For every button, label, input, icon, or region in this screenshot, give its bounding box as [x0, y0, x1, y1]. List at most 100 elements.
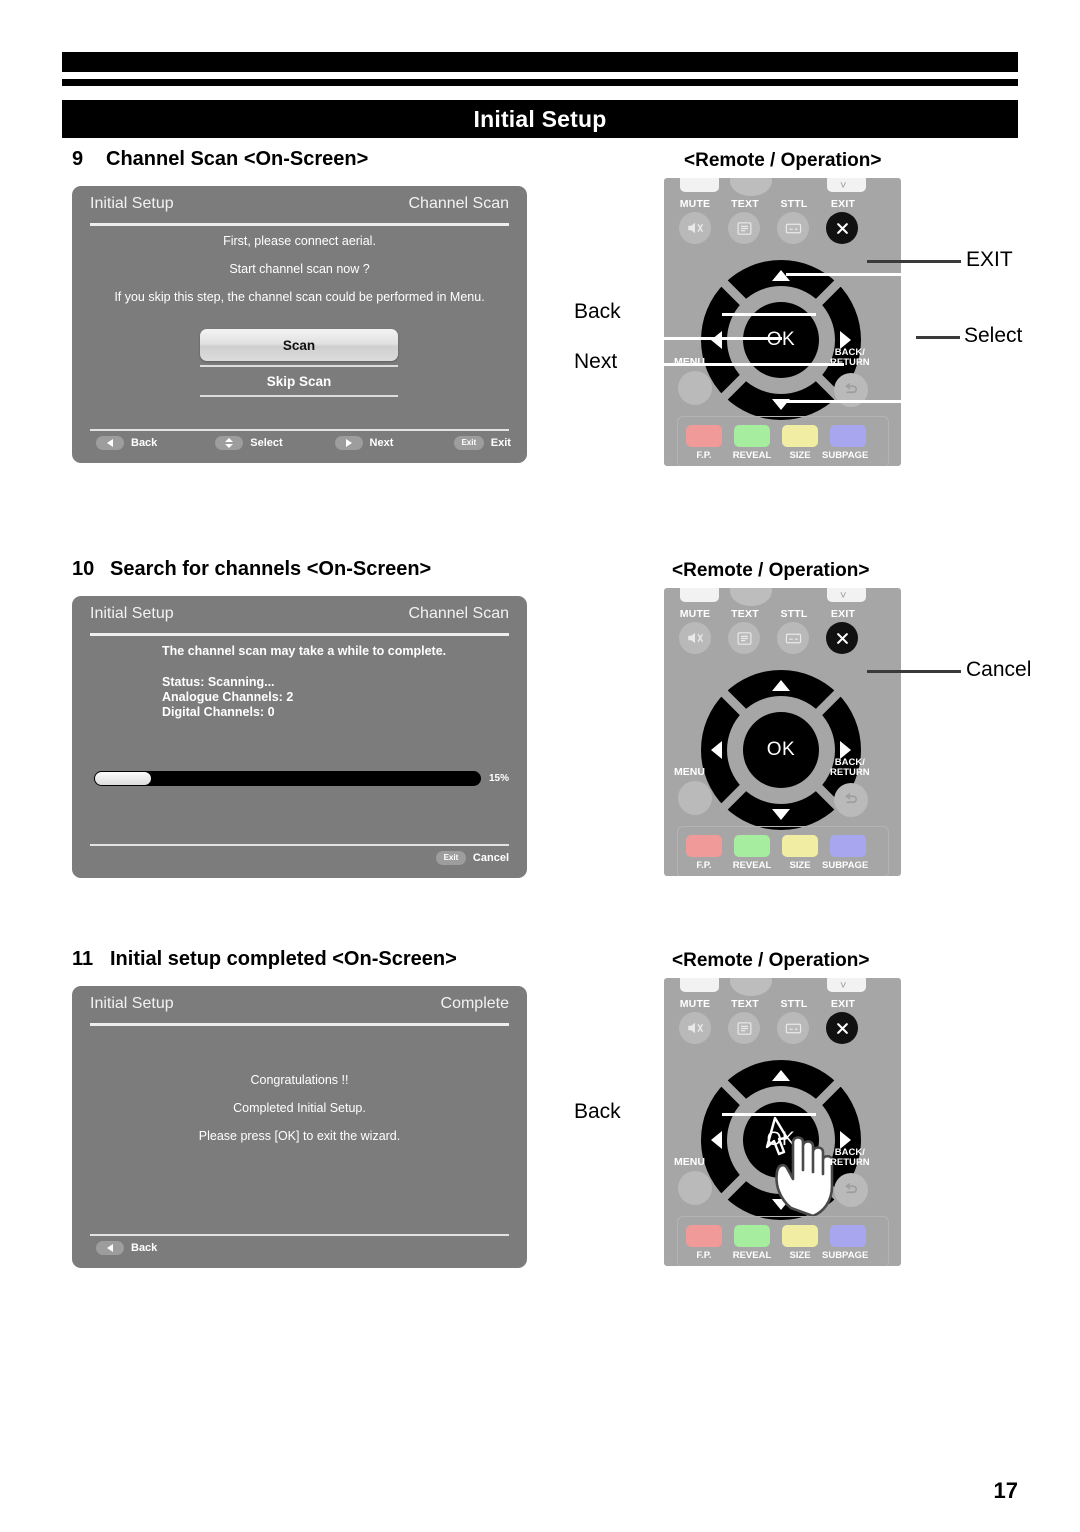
color-label-fp: F.P.	[696, 1250, 712, 1261]
remote-label-exit: EXIT	[830, 998, 856, 1010]
remote-top-button-partial-1[interactable]	[680, 588, 719, 602]
exit-cross-icon[interactable]	[826, 622, 858, 654]
remote-label-exit: EXIT	[830, 608, 856, 620]
menu-button[interactable]	[678, 1171, 712, 1205]
panel-10-title-left: Initial Setup	[90, 605, 174, 622]
color-label-reveal: REVEAL	[732, 1250, 772, 1261]
color-label-reveal: REVEAL	[732, 450, 772, 461]
panel-11-body: Congratulations !! Completed Initial Set…	[72, 1022, 527, 1232]
subtitle-icon[interactable]	[777, 212, 809, 244]
panel-9-footer-rule	[90, 429, 509, 431]
footer-hint-back[interactable]: Back	[96, 1241, 157, 1255]
mute-icon[interactable]	[679, 1012, 711, 1044]
mute-icon[interactable]	[679, 622, 711, 654]
subtitle-icon[interactable]	[777, 622, 809, 654]
callout-line-next-join	[654, 337, 657, 366]
color-button-subpage[interactable]	[830, 835, 866, 857]
section-9-title: Channel Scan <On-Screen>	[106, 148, 369, 170]
dpad-left-icon[interactable]	[711, 331, 722, 349]
menu-button[interactable]	[678, 371, 712, 405]
color-label-size: SIZE	[789, 1250, 811, 1261]
dpad-up-icon[interactable]	[772, 680, 790, 691]
panel-9-title-right: Channel Scan	[408, 195, 509, 212]
color-button-size[interactable]	[782, 425, 818, 447]
section-11-heading: 11 Initial setup completed <On-Screen>	[72, 948, 457, 971]
callout-cancel: Cancel	[966, 658, 1032, 681]
color-label-size: SIZE	[789, 450, 811, 461]
color-button-subpage[interactable]	[830, 1225, 866, 1247]
complete-line-1: Congratulations !!	[250, 1073, 349, 1087]
panel-11-title-left: Initial Setup	[90, 995, 174, 1012]
remote-label-menu: MENU	[674, 356, 705, 368]
dpad-down-icon[interactable]	[772, 809, 790, 820]
back-return-line1: BACK/	[834, 757, 865, 768]
exit-cross-icon[interactable]	[826, 1012, 858, 1044]
dpad-updown-icon	[215, 436, 244, 450]
scan-status-line-1: Status: Scanning...	[162, 675, 275, 689]
remote-top-button-partial-1[interactable]	[680, 178, 719, 192]
text-icon[interactable]	[728, 622, 760, 654]
mute-icon[interactable]	[679, 212, 711, 244]
dpad-up-icon[interactable]	[772, 1070, 790, 1081]
exit-cross-icon[interactable]	[826, 212, 858, 244]
dpad-left-icon[interactable]	[711, 741, 722, 759]
menu-button[interactable]	[678, 781, 712, 815]
callout-back: Back	[574, 1100, 621, 1123]
footer-hint-next[interactable]: Next	[334, 436, 454, 450]
color-button-fp[interactable]	[686, 1225, 722, 1247]
ok-button[interactable]: OK	[743, 712, 819, 788]
section-9-remote-heading: <Remote / Operation>	[684, 150, 882, 171]
color-button-fp[interactable]	[686, 425, 722, 447]
footer-hint-select[interactable]: Select	[215, 436, 334, 450]
remote-illustration-11: ˅ MUTE TEXT STTL EXIT OK MENU BACK/ RETU…	[574, 978, 1080, 1278]
scan-progress: 15%	[94, 771, 509, 786]
remote-label-mute: MUTE	[679, 998, 711, 1010]
color-button-fp[interactable]	[686, 835, 722, 857]
remote-label-text: TEXT	[731, 998, 759, 1010]
remote-top-button-partial-3[interactable]: ˅	[827, 178, 866, 192]
subtitle-icon[interactable]	[777, 1012, 809, 1044]
dpad-right-icon	[334, 436, 363, 450]
panel-11-footer-rule	[90, 1234, 509, 1236]
section-9-heading: 9 Channel Scan <On-Screen>	[72, 148, 368, 171]
remote-top-button-partial-3[interactable]: ˅	[827, 588, 866, 602]
remote-label-text: TEXT	[731, 198, 759, 210]
back-return-line2: RETURN	[830, 767, 870, 779]
remote-top-button-partial-2[interactable]	[730, 178, 772, 196]
text-icon[interactable]	[728, 1012, 760, 1044]
section-10-heading: 10 Search for channels <On-Screen>	[72, 558, 431, 581]
color-label-size: SIZE	[789, 860, 811, 871]
return-arrow-icon[interactable]	[834, 783, 868, 817]
scan-button[interactable]: Scan	[200, 329, 398, 361]
return-arrow-icon[interactable]	[834, 1173, 868, 1207]
remote-label-sttl: STTL	[780, 998, 808, 1010]
color-button-reveal[interactable]	[734, 425, 770, 447]
footer-hint-back[interactable]: Back	[96, 436, 215, 450]
footer-hint-exit[interactable]: Exit Exit	[453, 436, 511, 450]
back-return-line2: RETURN	[830, 1157, 870, 1169]
footer-hint-cancel[interactable]: Exit Cancel	[435, 851, 509, 865]
dpad-left-icon[interactable]	[711, 1131, 722, 1149]
color-label-subpage: SUBPAGE	[822, 450, 869, 461]
remote-top-button-partial-3[interactable]: ˅	[827, 978, 866, 992]
panel-9-title-left: Initial Setup	[90, 195, 174, 212]
callout-line-back	[722, 1113, 816, 1116]
color-button-subpage[interactable]	[830, 425, 866, 447]
panel-10-footer: Exit Cancel	[72, 844, 527, 878]
progress-percent-label: 15%	[488, 773, 509, 784]
remote-top-button-partial-1[interactable]	[680, 978, 719, 992]
color-label-reveal: REVEAL	[732, 860, 772, 871]
panel-9-footer: Back Select Next Exit Exit	[72, 429, 527, 463]
color-button-size[interactable]	[782, 835, 818, 857]
color-button-size[interactable]	[782, 1225, 818, 1247]
remote-label-text: TEXT	[731, 608, 759, 620]
footer-hint-select-label: Select	[250, 437, 283, 449]
remote-top-button-partial-2[interactable]	[730, 978, 772, 996]
remote-top-button-partial-2[interactable]	[730, 588, 772, 606]
color-button-reveal[interactable]	[734, 1225, 770, 1247]
color-button-reveal[interactable]	[734, 835, 770, 857]
text-icon[interactable]	[728, 212, 760, 244]
skip-scan-button[interactable]: Skip Scan	[200, 365, 398, 397]
panel-10-title-right: Channel Scan	[408, 605, 509, 622]
remote-body: ˅ MUTE TEXT STTL EXIT	[664, 588, 901, 876]
